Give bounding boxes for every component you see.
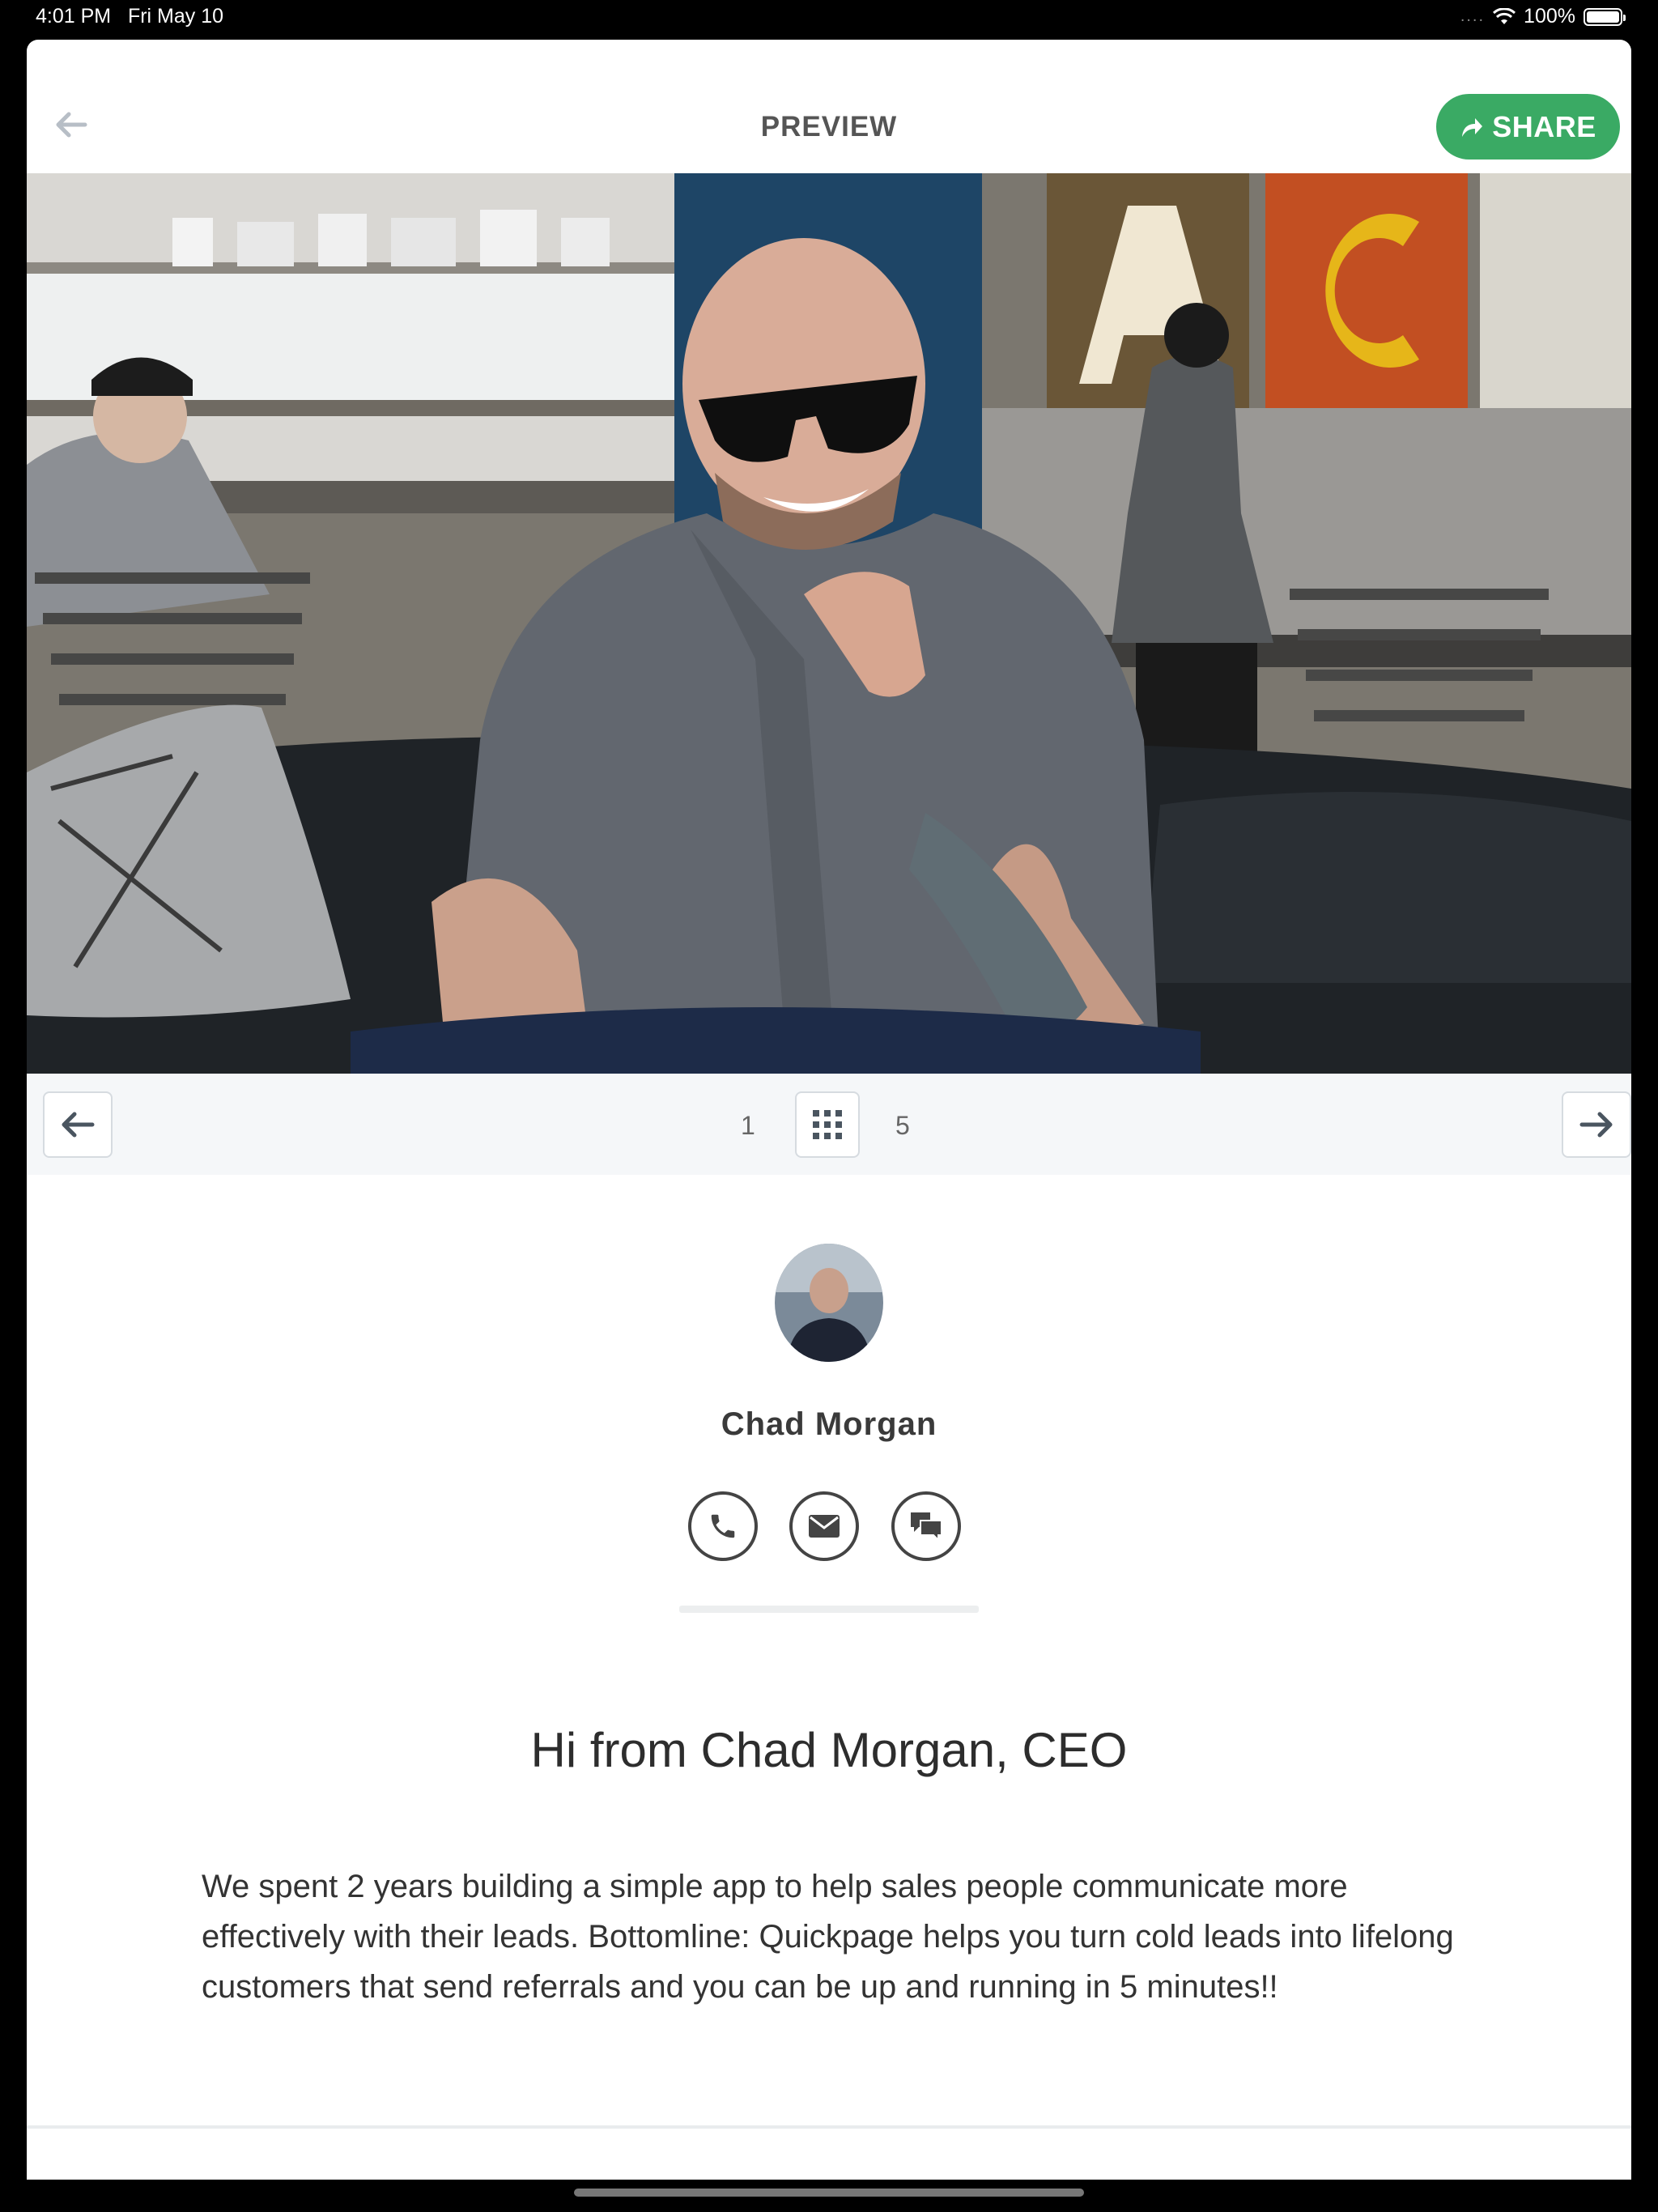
avatar — [775, 1244, 883, 1362]
battery-icon — [1584, 7, 1626, 26]
share-arrow-icon — [1462, 117, 1483, 137]
slide-pager: 1 5 — [27, 1074, 1631, 1175]
contact-actions — [688, 1491, 971, 1566]
home-indicator[interactable] — [574, 2189, 1084, 2197]
email-button[interactable] — [789, 1491, 859, 1561]
previous-slide-button[interactable] — [43, 1091, 113, 1158]
preview-sheet: PREVIEW SHARE 1 5 Chad Morgan Hi from Ch… — [27, 40, 1631, 2180]
top-bar: PREVIEW SHARE — [27, 40, 1631, 173]
arrow-right-icon — [1579, 1112, 1613, 1138]
message-body: We spent 2 years building a simple app t… — [202, 1869, 1454, 2005]
message-headline: Hi from Chad Morgan, CEO — [530, 1723, 1128, 1777]
slide-grid-button[interactable] — [795, 1091, 860, 1158]
total-page-count: 5 — [895, 1111, 910, 1140]
status-time: 4:01 PM Fri May 10 — [36, 5, 224, 28]
page-title: PREVIEW — [760, 111, 898, 143]
section-divider — [679, 1606, 979, 1613]
content-bottom-rule — [27, 2125, 1631, 2129]
arrow-left-icon — [62, 1112, 95, 1138]
cellular-signal-icon: .... — [1460, 7, 1486, 25]
hero-photo — [27, 173, 1631, 1074]
email-icon — [809, 1515, 840, 1538]
status-bar: 4:01 PM Fri May 10 .... 100% — [0, 0, 1658, 36]
status-date: Fri May 10 — [127, 5, 224, 28]
message-button[interactable] — [891, 1491, 961, 1561]
status-indicators: .... 100% — [1460, 5, 1626, 28]
battery-percent: 100% — [1524, 5, 1575, 28]
share-label: SHARE — [1492, 109, 1596, 143]
phone-icon — [711, 1514, 735, 1538]
grid-icon — [813, 1110, 842, 1139]
next-slide-button[interactable] — [1562, 1091, 1631, 1158]
current-page-number: 1 — [741, 1111, 755, 1140]
chat-icon — [911, 1512, 942, 1542]
author-name: Chad Morgan — [721, 1406, 937, 1442]
call-button[interactable] — [688, 1491, 758, 1561]
share-button[interactable]: SHARE — [1436, 94, 1620, 160]
wifi-icon — [1493, 7, 1516, 24]
